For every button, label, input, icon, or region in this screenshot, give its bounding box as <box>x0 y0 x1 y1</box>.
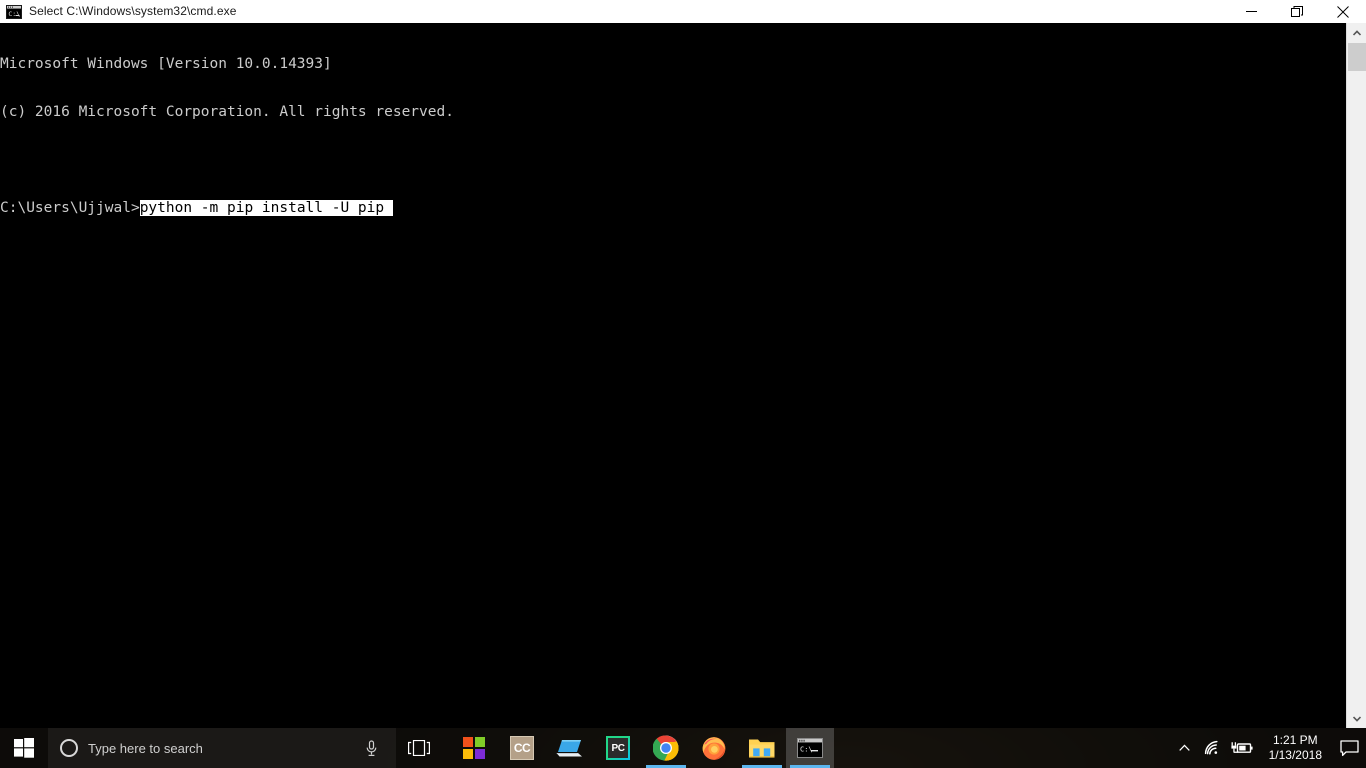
svg-text:C:\: C:\ <box>8 10 20 18</box>
scroll-up-arrow-icon[interactable] <box>1347 23 1366 42</box>
taskbar-item-mozilla-firefox[interactable] <box>690 728 738 768</box>
console-line-prompt: C:\Users\Ujjwal>python -m pip install -U… <box>0 200 1346 216</box>
taskbar-item-file-explorer[interactable] <box>738 728 786 768</box>
battery-button[interactable] <box>1227 728 1257 768</box>
microsoft-store-icon <box>463 737 485 759</box>
command-prompt-window: C:\ Select C:\Windows\system32\cmd.exe M… <box>0 0 1366 728</box>
taskbar-item-google-chrome[interactable] <box>642 728 690 768</box>
console-line-copyright: (c) 2016 Microsoft Corporation. All righ… <box>0 104 454 120</box>
taskbar-item-laptop-app[interactable] <box>546 728 594 768</box>
taskbar-app-buttons: CC PC C:\ <box>450 728 834 768</box>
taskbar-item-command-prompt[interactable]: C:\ <box>786 728 834 768</box>
show-hidden-icons-button[interactable] <box>1173 728 1197 768</box>
console-selected-command: python -m pip install -U pip <box>139 200 393 216</box>
scroll-down-arrow-icon[interactable] <box>1347 709 1366 728</box>
network-button[interactable] <box>1197 728 1227 768</box>
console-scrollbar[interactable] <box>1346 23 1366 728</box>
window-controls <box>1228 0 1366 23</box>
cortana-circle-icon[interactable] <box>60 739 78 757</box>
pycharm-icon: PC <box>606 736 630 760</box>
google-chrome-icon <box>653 735 679 761</box>
clock-time: 1:21 PM <box>1272 733 1318 747</box>
task-view-button[interactable] <box>396 728 442 768</box>
chevron-up-icon <box>1179 744 1190 751</box>
window-title: Select C:\Windows\system32\cmd.exe <box>29 4 237 18</box>
battery-charging-icon <box>1231 742 1253 753</box>
console-output-area[interactable]: Microsoft Windows [Version 10.0.14393] (… <box>0 23 1346 728</box>
action-center-button[interactable] <box>1332 728 1366 768</box>
wifi-icon <box>1204 740 1218 755</box>
search-box[interactable]: Type here to search <box>48 728 396 768</box>
svg-text:C:\: C:\ <box>800 746 813 754</box>
command-prompt-icon: C:\ <box>797 738 823 758</box>
search-input[interactable]: Type here to search <box>88 741 365 756</box>
action-center-icon <box>1339 739 1359 756</box>
scrollbar-thumb[interactable] <box>1348 43 1366 71</box>
taskbar-item-microsoft-store[interactable] <box>450 728 498 768</box>
windows-logo-icon <box>14 738 34 758</box>
clock-date: 1/13/2018 <box>1268 748 1322 762</box>
file-explorer-icon <box>749 739 775 758</box>
clock[interactable]: 1:21 PM 1/13/2018 <box>1257 728 1332 768</box>
cmd-console-icon: C:\ <box>6 4 22 19</box>
microphone-icon[interactable] <box>365 739 378 757</box>
minimize-button[interactable] <box>1228 0 1274 23</box>
start-button[interactable] <box>0 728 48 768</box>
console-line-version: Microsoft Windows [Version 10.0.14393] <box>0 56 332 72</box>
console-prompt: C:\Users\Ujjwal> <box>0 200 140 216</box>
scrollbar-track[interactable] <box>1348 71 1366 709</box>
laptop-icon <box>556 740 582 757</box>
system-tray: 1:21 PM 1/13/2018 <box>1173 728 1366 768</box>
cc-app-icon: CC <box>510 736 534 760</box>
window-titlebar[interactable]: C:\ Select C:\Windows\system32\cmd.exe <box>0 0 1366 24</box>
console-text: Microsoft Windows [Version 10.0.14393] (… <box>0 23 1346 248</box>
close-button[interactable] <box>1320 0 1366 23</box>
screen: C:\ Select C:\Windows\system32\cmd.exe M… <box>0 0 1366 768</box>
taskbar-item-pycharm[interactable]: PC <box>594 728 642 768</box>
task-view-icon <box>408 740 430 756</box>
mozilla-firefox-icon <box>702 737 726 760</box>
restore-button[interactable] <box>1274 0 1320 23</box>
taskbar: Type here to search CC PC C:\ 1:21 PM 1/… <box>0 728 1366 768</box>
taskbar-item-cc-app[interactable]: CC <box>498 728 546 768</box>
